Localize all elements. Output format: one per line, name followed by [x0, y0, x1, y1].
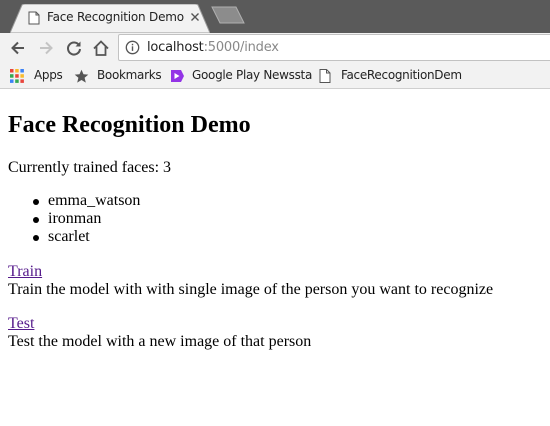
- test-description: Test the model with a new image of that …: [8, 333, 312, 350]
- forward-button[interactable]: [37, 39, 55, 57]
- address-bar[interactable]: localhost:5000/index: [118, 34, 550, 61]
- bookmarks-bar: Apps Bookmarks Google Play Newssta FaceR…: [0, 63, 550, 89]
- apps-grid-icon: [10, 69, 24, 83]
- star-icon: [74, 69, 89, 83]
- trained-faces-list: emma_watson ironman scarlet: [32, 192, 141, 246]
- close-icon[interactable]: [188, 10, 202, 24]
- bookmark-bookmarks[interactable]: Bookmarks: [74, 67, 164, 85]
- reload-button[interactable]: [65, 39, 83, 57]
- bookmark-label: Apps: [34, 68, 63, 82]
- back-button[interactable]: [9, 39, 27, 57]
- page-icon: [319, 69, 331, 83]
- url-text[interactable]: localhost:5000/index: [147, 40, 279, 55]
- url-path: :5000/index: [203, 40, 279, 55]
- trained-faces-count: Currently trained faces: 3: [8, 159, 172, 176]
- bookmark-facerecognitiondemo[interactable]: FaceRecognitionDem: [319, 67, 462, 85]
- page-title: Face Recognition Demo: [8, 112, 251, 138]
- play-newsstand-icon: [171, 70, 184, 82]
- home-button[interactable]: [92, 39, 110, 57]
- list-item: ironman: [32, 210, 140, 228]
- info-icon[interactable]: [125, 40, 140, 55]
- tab-strip: Face Recognition Demo: [0, 0, 550, 33]
- list-item: emma_watson: [32, 192, 141, 209]
- test-link[interactable]: Test: [8, 315, 34, 333]
- new-tab-button[interactable]: [211, 6, 245, 24]
- bookmark-label: Bookmarks: [97, 68, 162, 82]
- browser-tab[interactable]: Face Recognition Demo: [10, 4, 210, 33]
- bookmark-apps[interactable]: Apps: [10, 67, 70, 85]
- train-link[interactable]: Train: [8, 263, 42, 281]
- bookmark-label: FaceRecognitionDem: [341, 68, 462, 82]
- tab-title: Face Recognition Demo: [47, 10, 184, 24]
- page-icon: [28, 11, 40, 25]
- browser-toolbar: localhost:5000/index: [0, 33, 550, 63]
- page-content: Face Recognition Demo Currently trained …: [0, 90, 550, 426]
- train-description: Train the model with with single image o…: [8, 281, 494, 298]
- bookmark-label: Google Play Newssta: [192, 68, 313, 82]
- bookmark-google-play-newsstand[interactable]: Google Play Newssta: [170, 67, 313, 85]
- url-host: localhost: [147, 40, 204, 55]
- list-item: scarlet: [32, 228, 140, 246]
